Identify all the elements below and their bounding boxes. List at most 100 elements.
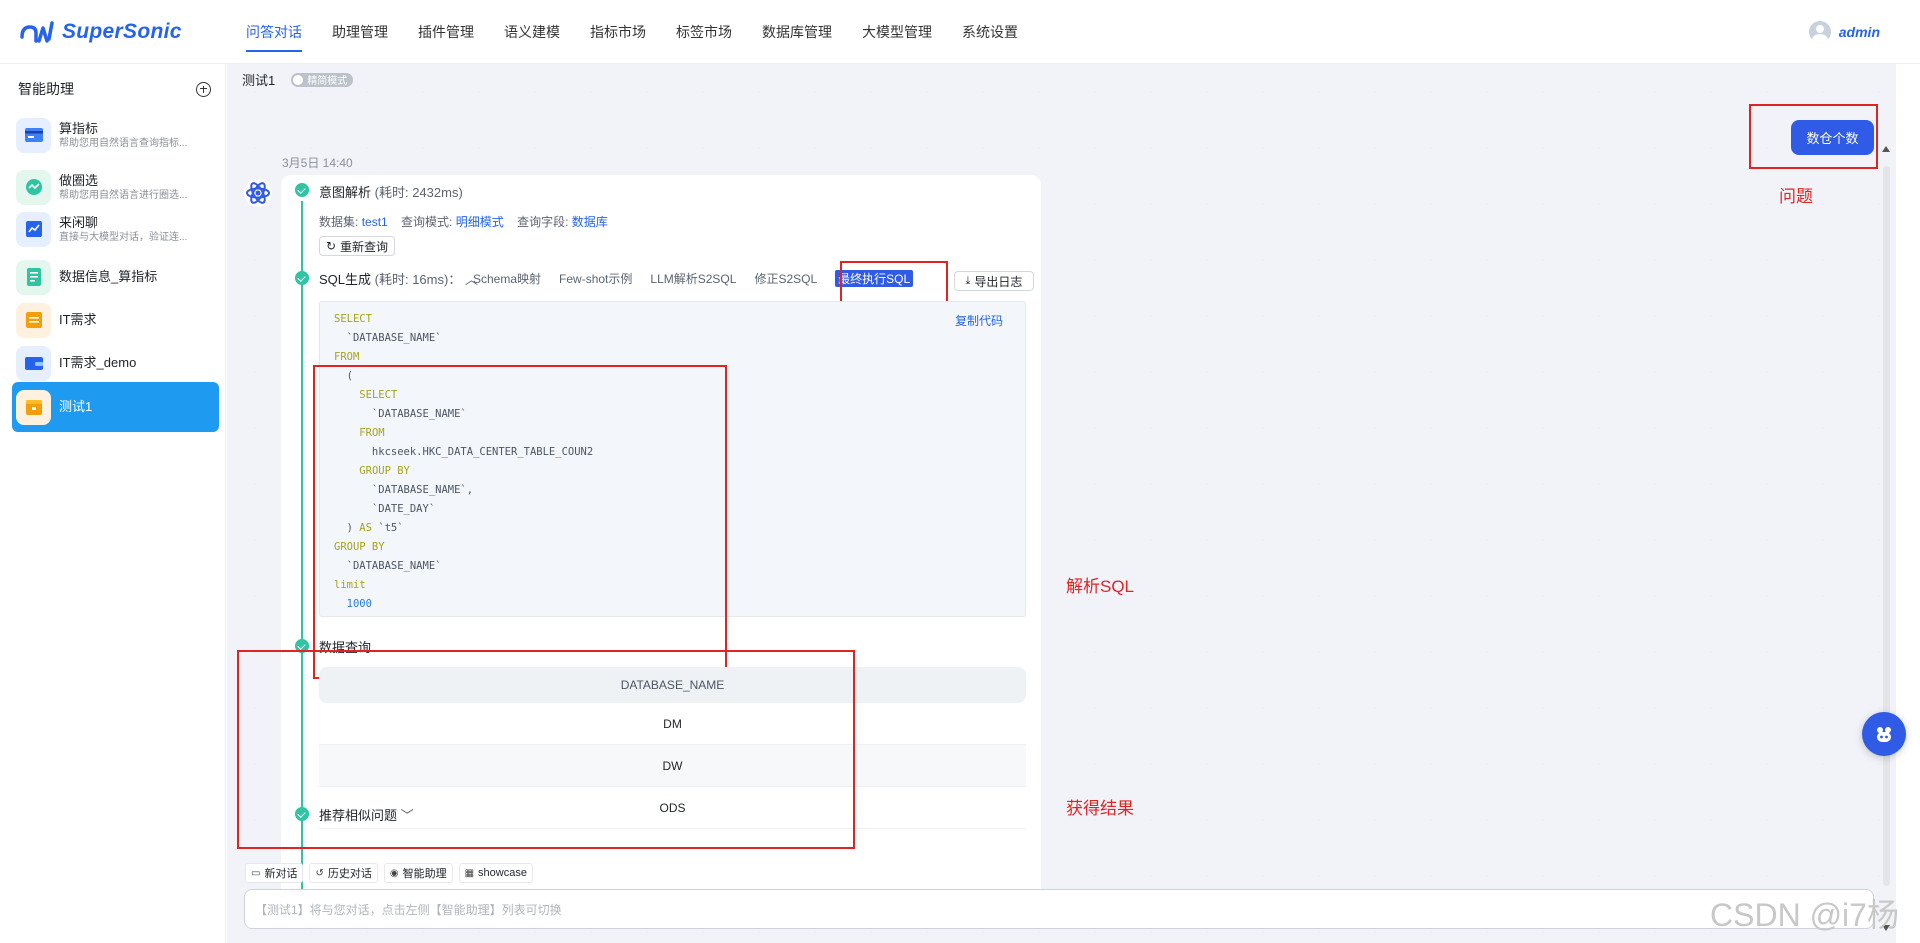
nav-tag-market[interactable]: 标签市场 <box>676 0 732 64</box>
assistant-float-button[interactable] <box>1862 712 1906 756</box>
nav-semantic-model[interactable]: 语义建模 <box>504 0 560 64</box>
sql-step-title: SQL生成 (耗时: 16ms)： ︿ <box>319 269 478 288</box>
top-navbar: SuperSonic 问答对话 助理管理 插件管理 语义建模 指标市场 标签市场… <box>0 0 1920 64</box>
annotation-label-sql: 解析SQL <box>1066 577 1135 596</box>
agent-name: 测试1 <box>59 399 93 414</box>
requery-button[interactable]: ↻ 重新查询 <box>319 236 395 256</box>
intent-details: 数据集: test1 查询模式: 明细模式 查询字段: 数据库 <box>319 213 618 230</box>
agent-desc: 直接与大模型对话，验证连... <box>59 231 188 243</box>
nav-agent-manage[interactable]: 助理管理 <box>332 0 388 64</box>
quick-label: 新对话 <box>264 868 298 880</box>
agent-sidebar: 智能助理 算指标 帮助您用自然语言查询指标... 做圈选 帮助您用自然语言进行圈… <box>0 64 226 943</box>
conversation-header: 测试1 精简模式 <box>242 70 354 89</box>
agent-desc: 帮助您用自然语言进行圈选... <box>59 189 188 201</box>
user-avatar-icon <box>1808 21 1831 43</box>
box-icon <box>16 389 51 425</box>
check-icon <box>295 271 309 285</box>
quick-actions: ▭ 新对话 ↺ 历史对话 ◉ 智能助理 ▦ showcase <box>245 863 539 883</box>
sql-line: SELECT <box>334 313 372 325</box>
user-menu[interactable]: admin <box>1808 0 1880 64</box>
document-icon <box>16 302 51 338</box>
scroll-thumb[interactable] <box>1883 166 1890 886</box>
export-log-button[interactable]: ⤓ 导出日志 <box>954 271 1034 291</box>
watermark-text: CSDN @i7杨 <box>1710 897 1899 933</box>
annotation-box-sql <box>313 365 727 679</box>
agent-item-chat[interactable]: 来闲聊 直接与大模型对话，验证连... <box>12 204 219 254</box>
chat-scrollbar[interactable] <box>1872 136 1896 936</box>
download-icon: ⤓ <box>965 274 971 287</box>
query-field-value[interactable]: 数据库 <box>572 215 608 229</box>
agent-item-test1[interactable]: 测试1 <box>12 382 219 432</box>
dataset-label: 数据集: <box>319 215 359 229</box>
sidebar-header: 智能助理 <box>0 72 225 106</box>
bot-face-icon <box>1877 727 1891 742</box>
robot-icon: ◉ <box>389 867 399 879</box>
bot-avatar-icon <box>244 179 272 207</box>
dataset-value[interactable]: test1 <box>362 215 388 229</box>
query-mode-label: 查询模式: <box>401 215 453 229</box>
conversation-title: 测试1 <box>242 73 276 88</box>
sql-title: SQL生成 <box>319 272 372 287</box>
agent-desc: 帮助您用自然语言查询指标... <box>59 137 188 149</box>
spreadsheet-icon <box>16 259 51 295</box>
annotation-box-question <box>1749 104 1878 169</box>
intent-step-title: 意图解析 (耗时: 2432ms) <box>319 182 463 201</box>
chart-line-icon <box>16 211 51 247</box>
agent-item-it-demand-demo[interactable]: IT需求_demo <box>12 338 219 388</box>
chat-input-bar: ▭ 新对话 ↺ 历史对话 ◉ 智能助理 ▦ showcase 【测试1】将与您对话，点击… <box>227 863 1896 943</box>
tab-llm-s2sql[interactable]: LLM解析S2SQL <box>650 270 736 287</box>
intent-title: 意图解析 <box>319 185 372 200</box>
nav-llm-manage[interactable]: 大模型管理 <box>862 0 932 64</box>
agent-item-metric[interactable]: 算指标 帮助您用自然语言查询指标... <box>12 110 219 160</box>
annotation-label-result: 获得结果 <box>1066 799 1134 818</box>
main-nav: 问答对话 助理管理 插件管理 语义建模 指标市场 标签市场 数据库管理 大模型管… <box>246 0 1048 64</box>
annotation-box-final-sql-tab <box>840 261 948 303</box>
sidebar-title: 智能助理 <box>18 81 74 97</box>
nav-plugin-manage[interactable]: 插件管理 <box>418 0 474 64</box>
nav-chat[interactable]: 问答对话 <box>246 0 302 64</box>
nav-database-manage[interactable]: 数据库管理 <box>762 0 832 64</box>
selection-circle-icon <box>16 169 51 205</box>
user-name: admin <box>1838 24 1880 40</box>
tab-few-shot[interactable]: Few-shot示例 <box>559 270 632 287</box>
agent-name: 算指标 <box>59 120 99 136</box>
quick-label: 智能助理 <box>402 868 447 880</box>
check-icon <box>295 183 309 197</box>
scroll-up-icon[interactable] <box>1882 146 1890 152</box>
new-chat-button[interactable]: ▭ 新对话 <box>245 863 304 883</box>
showcase-button[interactable]: ▦ showcase <box>458 863 533 883</box>
history-icon: ↺ <box>315 867 324 879</box>
toggle-label: 精简模式 <box>307 76 348 87</box>
tab-corrected-s2sql[interactable]: 修正S2SQL <box>754 270 817 287</box>
agent-name: IT需求_demo <box>59 355 137 370</box>
tab-schema-mapping[interactable]: Schema映射 <box>473 270 541 287</box>
toggle-knob <box>293 74 304 85</box>
chat-input[interactable]: 【测试1】将与您对话，点击左侧【智能助理】列表可切换 <box>244 889 1874 929</box>
agent-name: IT需求 <box>59 312 97 327</box>
query-mode-value[interactable]: 明细模式 <box>456 215 504 229</box>
agent-name: 数据信息_算指标 <box>59 269 158 284</box>
add-agent-icon[interactable] <box>196 81 211 97</box>
intent-cost: (耗时: 2432ms) <box>374 185 463 200</box>
chat-main: 测试1 精简模式 数仓个数 问题 3月5日 14:40 意图解析 (耗时: 24… <box>227 64 1896 943</box>
simple-mode-toggle[interactable]: 精简模式 <box>291 72 354 87</box>
agent-name: 来闲聊 <box>59 214 99 230</box>
app-name: SuperSonic <box>62 19 182 43</box>
app-logo[interactable]: SuperSonic <box>18 19 228 45</box>
annotation-box-result <box>237 650 855 849</box>
grid-icon: ▦ <box>464 867 475 879</box>
annotation-label-question: 问题 <box>1779 187 1813 206</box>
refresh-icon: ↻ <box>325 239 337 253</box>
nav-metric-market[interactable]: 指标市场 <box>590 0 646 64</box>
copy-code-link[interactable]: 复制代码 <box>955 312 1003 329</box>
logo-icon <box>20 20 54 43</box>
wallet-icon <box>16 345 51 381</box>
export-label: 导出日志 <box>974 274 1023 289</box>
nav-system-settings[interactable]: 系统设置 <box>962 0 1018 64</box>
history-chat-button[interactable]: ↺ 历史对话 <box>309 863 378 883</box>
quick-label: showcase <box>478 867 527 879</box>
requery-label: 重新查询 <box>340 239 389 254</box>
query-field-label: 查询字段: <box>517 215 569 229</box>
agent-button[interactable]: ◉ 智能助理 <box>383 863 453 883</box>
message-timestamp: 3月5日 14:40 <box>282 156 353 170</box>
